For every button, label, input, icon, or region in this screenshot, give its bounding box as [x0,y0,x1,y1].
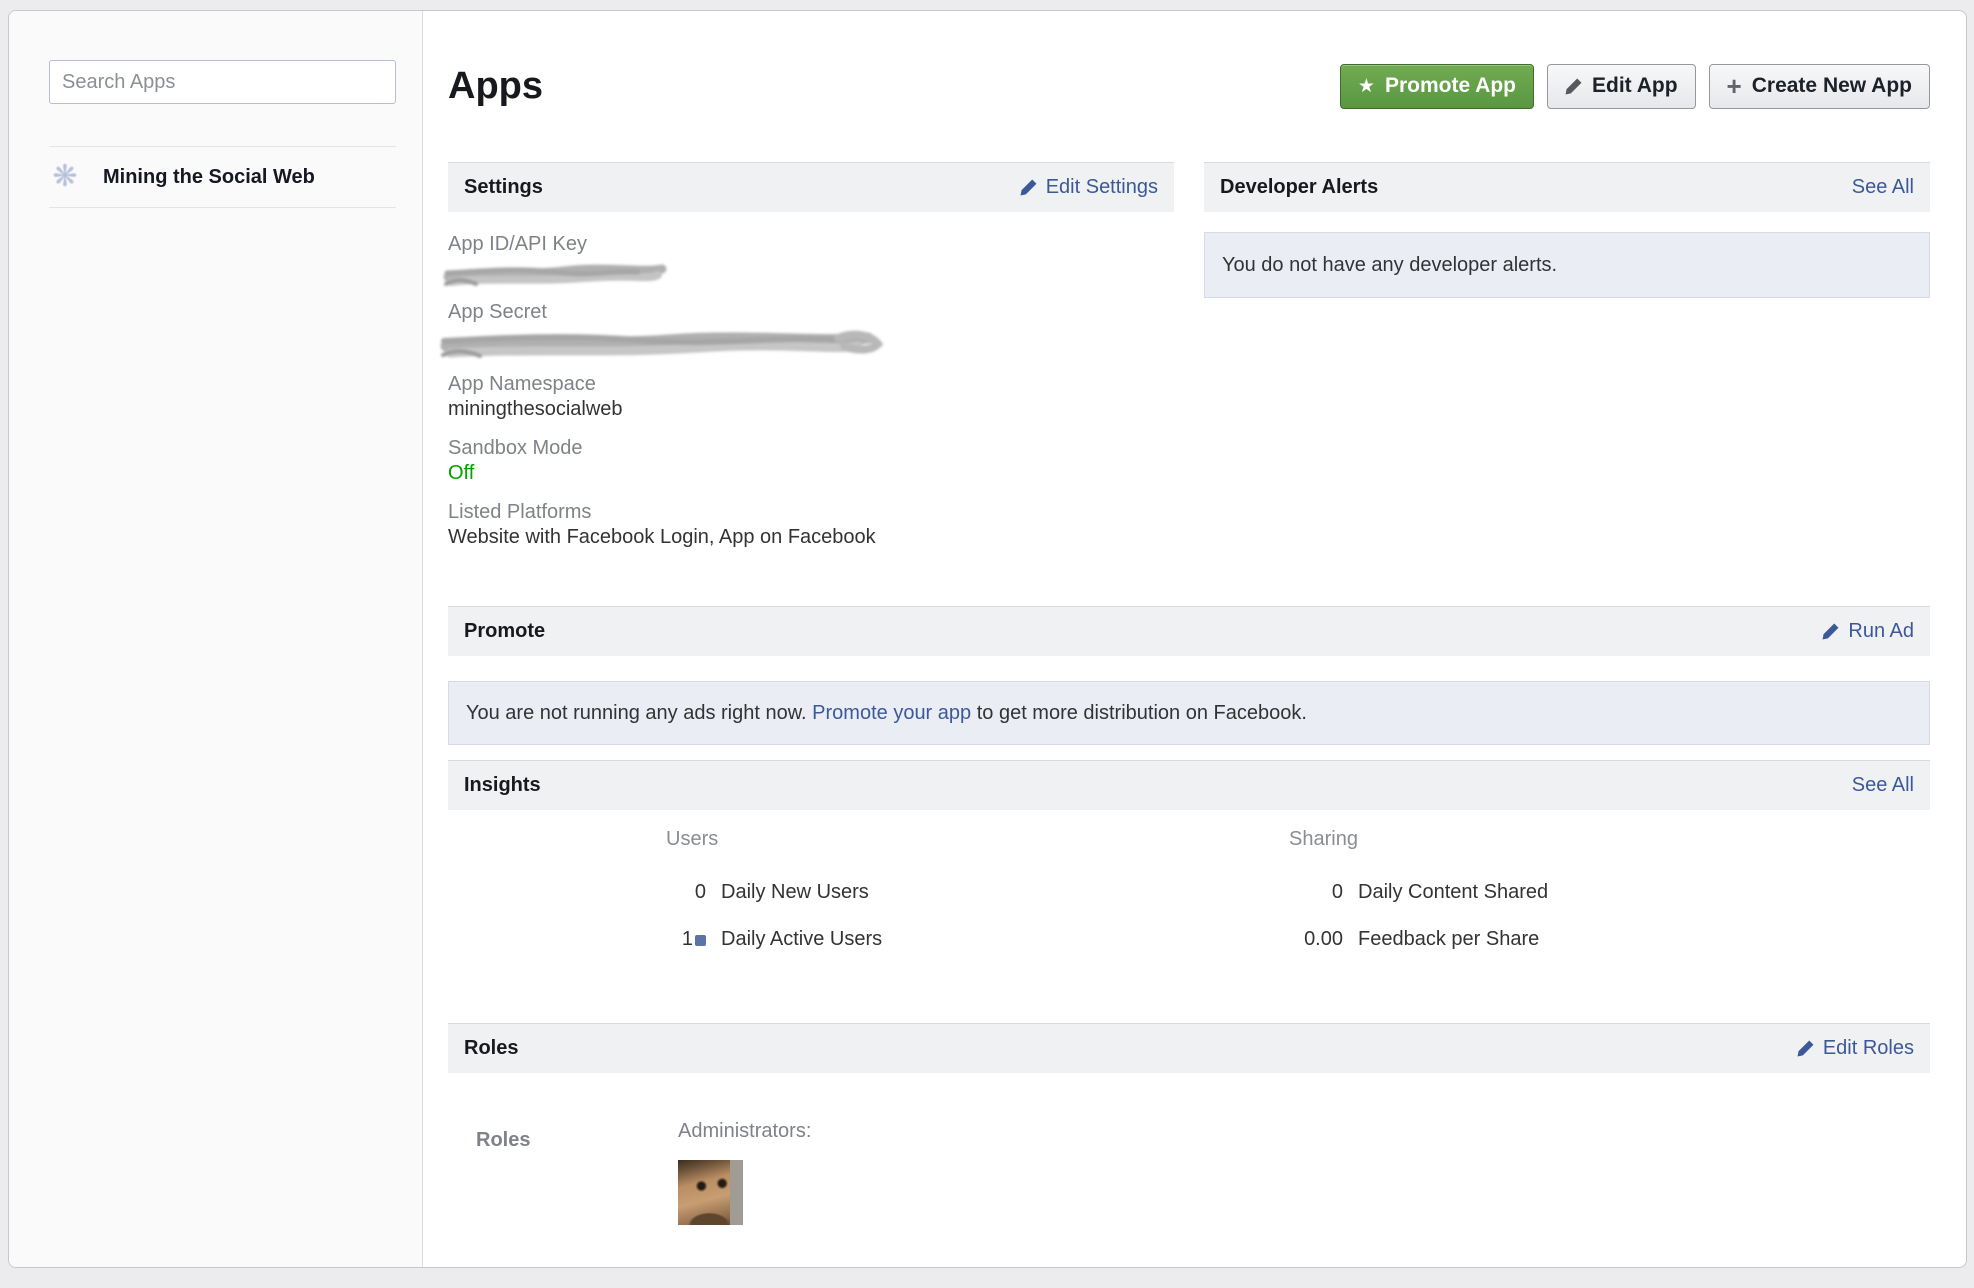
administrator-avatar[interactable] [678,1160,743,1225]
insights-users-column: Users 0 Daily New Users 1 Daily Active U… [448,827,1174,973]
create-new-app-button-label: Create New App [1752,74,1912,98]
star-icon: ★ [1358,77,1375,96]
promote-message-prefix: You are not running any ads right now. [466,702,812,724]
sidebar-item-app[interactable]: ❋ Mining the Social Web [49,146,396,208]
feedback-per-share-value: 0.00 [1289,926,1343,953]
search-input[interactable] [49,60,396,104]
field-label-app-id: App ID/API Key [448,232,1174,257]
field-label-listed-platforms: Listed Platforms [448,500,1174,525]
redacted-app-id-value [442,260,670,290]
administrators-label: Administrators: [678,1119,811,1144]
roles-row-label: Roles [448,1129,678,1225]
pencil-icon [1565,78,1582,95]
daily-new-users-label: Daily New Users [721,879,869,906]
developer-alerts-empty-box: You do not have any developer alerts. [1204,232,1930,298]
insights-title: Insights [464,774,541,797]
app-dashboard-card: ❋ Mining the Social Web Apps ★ Promote A… [8,10,1967,1268]
create-new-app-button[interactable]: + Create New App [1709,64,1930,109]
insights-header-bar: Insights See All [448,760,1930,810]
insights-row-daily-content-shared: 0 Daily Content Shared [1289,879,1930,906]
pencil-icon [1822,623,1839,640]
active-users-badge-icon [695,935,706,946]
pencil-icon [1020,179,1037,196]
run-ad-link[interactable]: Run Ad [1822,620,1914,643]
field-label-app-secret: App Secret [448,300,1174,325]
promote-title: Promote [464,620,545,643]
daily-active-users-value: 1 [666,926,706,953]
promote-message: You are not running any ads right now. P… [466,702,1307,725]
insights-sharing-header: Sharing [1289,827,1930,852]
promote-app-button-label: Promote App [1385,74,1516,98]
roles-header-bar: Roles Edit Roles [448,1023,1930,1073]
pencil-icon [1797,1040,1814,1057]
insights-users-header: Users [666,827,1174,852]
daily-new-users-value: 0 [666,879,706,906]
developer-alerts-see-all-link[interactable]: See All [1852,176,1914,199]
settings-section: Settings Edit Settings App ID/API Key [448,162,1174,564]
daily-active-users-number: 1 [682,928,693,950]
promote-message-box: You are not running any ads right now. P… [448,681,1930,745]
sidebar: ❋ Mining the Social Web [9,11,423,1267]
field-label-sandbox-mode: Sandbox Mode [448,436,1174,461]
settings-fields: App ID/API Key App Secret [448,232,1174,550]
promote-header-bar: Promote Run Ad [448,606,1930,656]
insights-row-daily-active-users: 1 Daily Active Users [666,926,1174,953]
app-item-label: Mining the Social Web [103,166,315,189]
developer-alerts-empty-message: You do not have any developer alerts. [1222,254,1557,277]
field-label-app-namespace: App Namespace [448,372,1174,397]
promote-your-app-link[interactable]: Promote your app [812,702,971,724]
insights-row-daily-new-users: 0 Daily New Users [666,879,1174,906]
field-value-listed-platforms: Website with Facebook Login, App on Face… [448,525,1174,550]
promote-message-suffix: to get more distribution on Facebook. [971,702,1307,724]
insights-content: Users 0 Daily New Users 1 Daily Active U… [448,827,1930,973]
developer-alerts-section: Developer Alerts See All You do not have… [1204,162,1930,564]
settings-title: Settings [464,176,543,199]
header-buttons: ★ Promote App Edit App + Create New App [1340,64,1930,109]
edit-roles-link[interactable]: Edit Roles [1797,1037,1914,1060]
edit-app-button[interactable]: Edit App [1547,64,1696,109]
field-value-app-namespace: miningthesocialweb [448,397,1174,422]
edit-app-button-label: Edit App [1592,74,1678,98]
developer-alerts-title: Developer Alerts [1220,176,1378,199]
roles-title: Roles [464,1037,518,1060]
settings-header-bar: Settings Edit Settings [448,162,1174,212]
daily-content-shared-value: 0 [1289,879,1343,906]
edit-settings-link[interactable]: Edit Settings [1020,176,1158,199]
field-value-sandbox-mode: Off [448,461,1174,486]
feedback-per-share-label: Feedback per Share [1358,926,1539,953]
insights-sharing-column: Sharing 0 Daily Content Shared 0.00 Feed… [1204,827,1930,973]
insights-row-feedback-per-share: 0.00 Feedback per Share [1289,926,1930,953]
edit-settings-link-label: Edit Settings [1046,176,1158,199]
developer-alerts-header-bar: Developer Alerts See All [1204,162,1930,212]
promote-app-button[interactable]: ★ Promote App [1340,64,1534,109]
daily-active-users-label: Daily Active Users [721,926,882,953]
edit-roles-link-label: Edit Roles [1823,1037,1914,1060]
main-content: Apps ★ Promote App Edit App + Create New… [423,11,1966,1267]
app-bullet-icon: ❋ [49,162,81,192]
header-row: Apps ★ Promote App Edit App + Create New… [448,63,1930,109]
redacted-app-secret-value [438,326,886,364]
page-title: Apps [448,65,543,108]
plus-icon: + [1727,75,1742,97]
insights-see-all-link[interactable]: See All [1852,774,1914,797]
roles-content: Roles Administrators: [448,1119,1930,1225]
settings-alerts-columns: Settings Edit Settings App ID/API Key [448,162,1930,564]
daily-content-shared-label: Daily Content Shared [1358,879,1548,906]
run-ad-link-label: Run Ad [1848,620,1914,643]
administrators-block: Administrators: [678,1119,811,1225]
app-list: ❋ Mining the Social Web [49,146,396,208]
